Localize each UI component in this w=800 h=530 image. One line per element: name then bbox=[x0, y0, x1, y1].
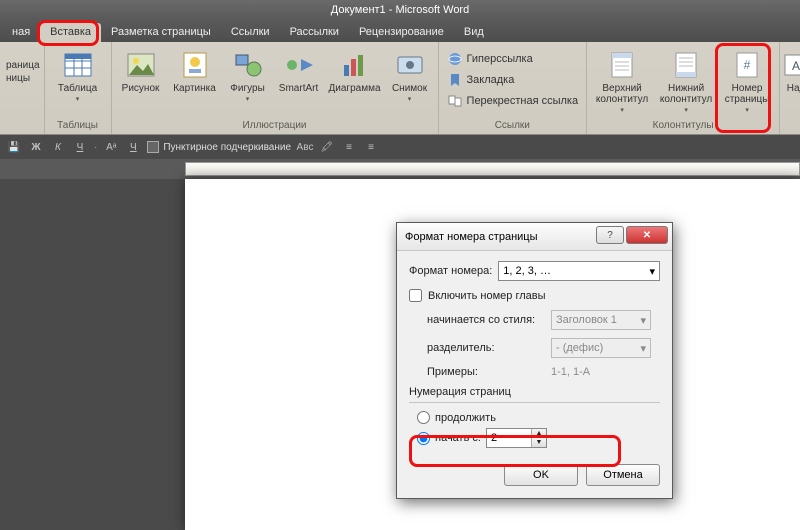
bookmark-icon bbox=[447, 72, 463, 88]
align-left-icon[interactable]: ≡ bbox=[341, 139, 357, 155]
ribbon: раница ницы Таблица▾ Таблицы Рисунок Кар… bbox=[0, 42, 800, 135]
tab-home-partial[interactable]: ная bbox=[2, 23, 40, 42]
include-chapter-checkbox[interactable] bbox=[409, 289, 422, 302]
dropdown-icon: ▾ bbox=[76, 94, 80, 105]
group-links-label: Ссылки bbox=[443, 118, 583, 134]
separator-select: - (дефис)▾ bbox=[551, 338, 651, 358]
highlight-icon[interactable]: 🖍 bbox=[319, 139, 335, 155]
picture-icon bbox=[125, 49, 157, 81]
spin-down[interactable]: ▼ bbox=[532, 438, 546, 447]
close-button[interactable]: ✕ bbox=[626, 226, 668, 244]
start-at-radio[interactable] bbox=[417, 432, 430, 445]
continue-label: продолжить bbox=[435, 412, 496, 424]
group-tables: Таблица▾ Таблицы bbox=[45, 42, 112, 134]
bookmark-button[interactable]: Закладка bbox=[443, 70, 583, 90]
page-number-icon: # bbox=[731, 49, 763, 81]
include-chapter-label: Включить номер главы bbox=[428, 290, 546, 302]
svg-text:#: # bbox=[744, 58, 751, 72]
horizontal-ruler[interactable] bbox=[185, 162, 800, 176]
clipart-button[interactable]: Картинка bbox=[168, 47, 222, 94]
dialog-title: Формат номера страницы bbox=[405, 231, 538, 243]
examples-value: 1-1, 1-A bbox=[551, 366, 590, 378]
tab-review[interactable]: Рецензирование bbox=[349, 23, 454, 42]
number-format-select[interactable]: 1, 2, 3, … ▾ bbox=[498, 261, 660, 281]
tab-view[interactable]: Вид bbox=[454, 23, 494, 42]
group-illustrations-label: Иллюстрации bbox=[116, 118, 434, 134]
number-format-label: Формат номера: bbox=[409, 265, 492, 277]
smartart-icon bbox=[283, 49, 315, 81]
smallcaps-icon[interactable]: Aʙᴄ bbox=[297, 139, 313, 155]
textbox-button-partial[interactable]: A Над bbox=[784, 47, 800, 94]
screenshot-button[interactable]: Снимок▾ bbox=[386, 47, 434, 105]
bold-icon[interactable]: Ж bbox=[28, 139, 44, 155]
table-button[interactable]: Таблица▾ bbox=[49, 47, 107, 105]
tab-references[interactable]: Ссылки bbox=[221, 23, 280, 42]
textbox-icon: A bbox=[780, 49, 800, 81]
italic-icon[interactable]: К bbox=[50, 139, 66, 155]
group-tables-label: Таблицы bbox=[49, 118, 107, 134]
header-button[interactable]: Верхний колонтитул▾ bbox=[591, 47, 653, 116]
hyperlink-icon bbox=[447, 51, 463, 67]
separator-label: разделитель: bbox=[427, 342, 545, 354]
save-icon[interactable]: 💾 bbox=[6, 139, 22, 155]
shapes-button[interactable]: Фигуры▾ bbox=[224, 47, 272, 105]
page-number-format-dialog: Формат номера страницы ? ✕ Формат номера… bbox=[396, 222, 673, 499]
group-pages-label bbox=[4, 129, 40, 134]
picture-button[interactable]: Рисунок bbox=[116, 47, 166, 94]
page-numbering-section-label: Нумерация страниц bbox=[409, 386, 660, 398]
crossref-button[interactable]: Перекрестная ссылка bbox=[443, 91, 583, 111]
underline-icon[interactable]: Ч bbox=[72, 139, 88, 155]
group-links: Гиперссылка Закладка Перекрестная ссылка… bbox=[439, 42, 588, 134]
screenshot-icon bbox=[394, 49, 426, 81]
tab-page-layout[interactable]: Разметка страницы bbox=[101, 23, 221, 42]
svg-text:A: A bbox=[792, 59, 800, 73]
group-pages-partial: раница ницы bbox=[0, 42, 45, 134]
chart-button[interactable]: Диаграмма bbox=[326, 47, 384, 94]
chart-icon bbox=[339, 49, 371, 81]
title-bar: Документ1 - Microsoft Word bbox=[0, 0, 800, 20]
clipart-icon bbox=[179, 49, 211, 81]
dotted-underline-label: Пунктирное подчеркивание bbox=[163, 142, 291, 153]
examples-label: Примеры: bbox=[427, 366, 545, 378]
start-at-input[interactable] bbox=[487, 429, 531, 447]
spin-up[interactable]: ▲ bbox=[532, 429, 546, 438]
ok-button[interactable]: OK bbox=[504, 464, 578, 486]
shapes-icon bbox=[232, 49, 264, 81]
group-headerfooter: Верхний колонтитул▾ Нижний колонтитул▾ #… bbox=[587, 42, 780, 134]
footer-icon bbox=[670, 49, 702, 81]
table-icon bbox=[62, 49, 94, 81]
quick-format-bar: 💾 Ж К Ч · Aᵃ Ч Пунктирное подчеркивание … bbox=[0, 135, 800, 159]
divider bbox=[409, 402, 660, 403]
start-at-spinner[interactable]: ▲ ▼ bbox=[486, 428, 547, 448]
continue-radio[interactable] bbox=[417, 411, 430, 424]
dotted-underline-checkbox[interactable] bbox=[147, 141, 159, 153]
crossref-icon bbox=[447, 93, 463, 109]
group-headerfooter-label: Колонтитулы bbox=[591, 118, 775, 134]
pages-label-2: ницы bbox=[6, 73, 30, 84]
chapter-style-select: Заголовок 1▾ bbox=[551, 310, 651, 330]
smartart-button[interactable]: SmartArt bbox=[274, 47, 324, 94]
footer-button[interactable]: Нижний колонтитул▾ bbox=[655, 47, 717, 116]
cancel-button[interactable]: Отмена bbox=[586, 464, 660, 486]
group-illustrations: Рисунок Картинка Фигуры▾ SmartArt Диагра… bbox=[112, 42, 439, 134]
help-button[interactable]: ? bbox=[596, 226, 624, 244]
header-icon bbox=[606, 49, 638, 81]
tab-insert[interactable]: Вставка bbox=[40, 23, 101, 42]
strike-icon[interactable]: Aᵃ bbox=[103, 139, 119, 155]
dropdown-icon: ▾ bbox=[649, 265, 655, 278]
start-at-label: начать с: bbox=[435, 432, 481, 444]
hyperlink-button[interactable]: Гиперссылка bbox=[443, 49, 583, 69]
page-number-button[interactable]: # Номер страницы▾ bbox=[719, 47, 775, 116]
underline2-icon[interactable]: Ч bbox=[125, 139, 141, 155]
chapter-style-label: начинается со стиля: bbox=[427, 314, 545, 326]
ruler-area bbox=[0, 159, 800, 179]
window-title: Документ1 - Microsoft Word bbox=[331, 4, 469, 16]
group-text-partial: A Над bbox=[780, 42, 800, 134]
tab-mailings[interactable]: Рассылки bbox=[280, 23, 349, 42]
ribbon-tabs: ная Вставка Разметка страницы Ссылки Рас… bbox=[0, 20, 800, 42]
align-center-icon[interactable]: ≡ bbox=[363, 139, 379, 155]
pages-label-1: раница bbox=[6, 60, 40, 71]
dialog-titlebar[interactable]: Формат номера страницы ? ✕ bbox=[397, 223, 672, 251]
